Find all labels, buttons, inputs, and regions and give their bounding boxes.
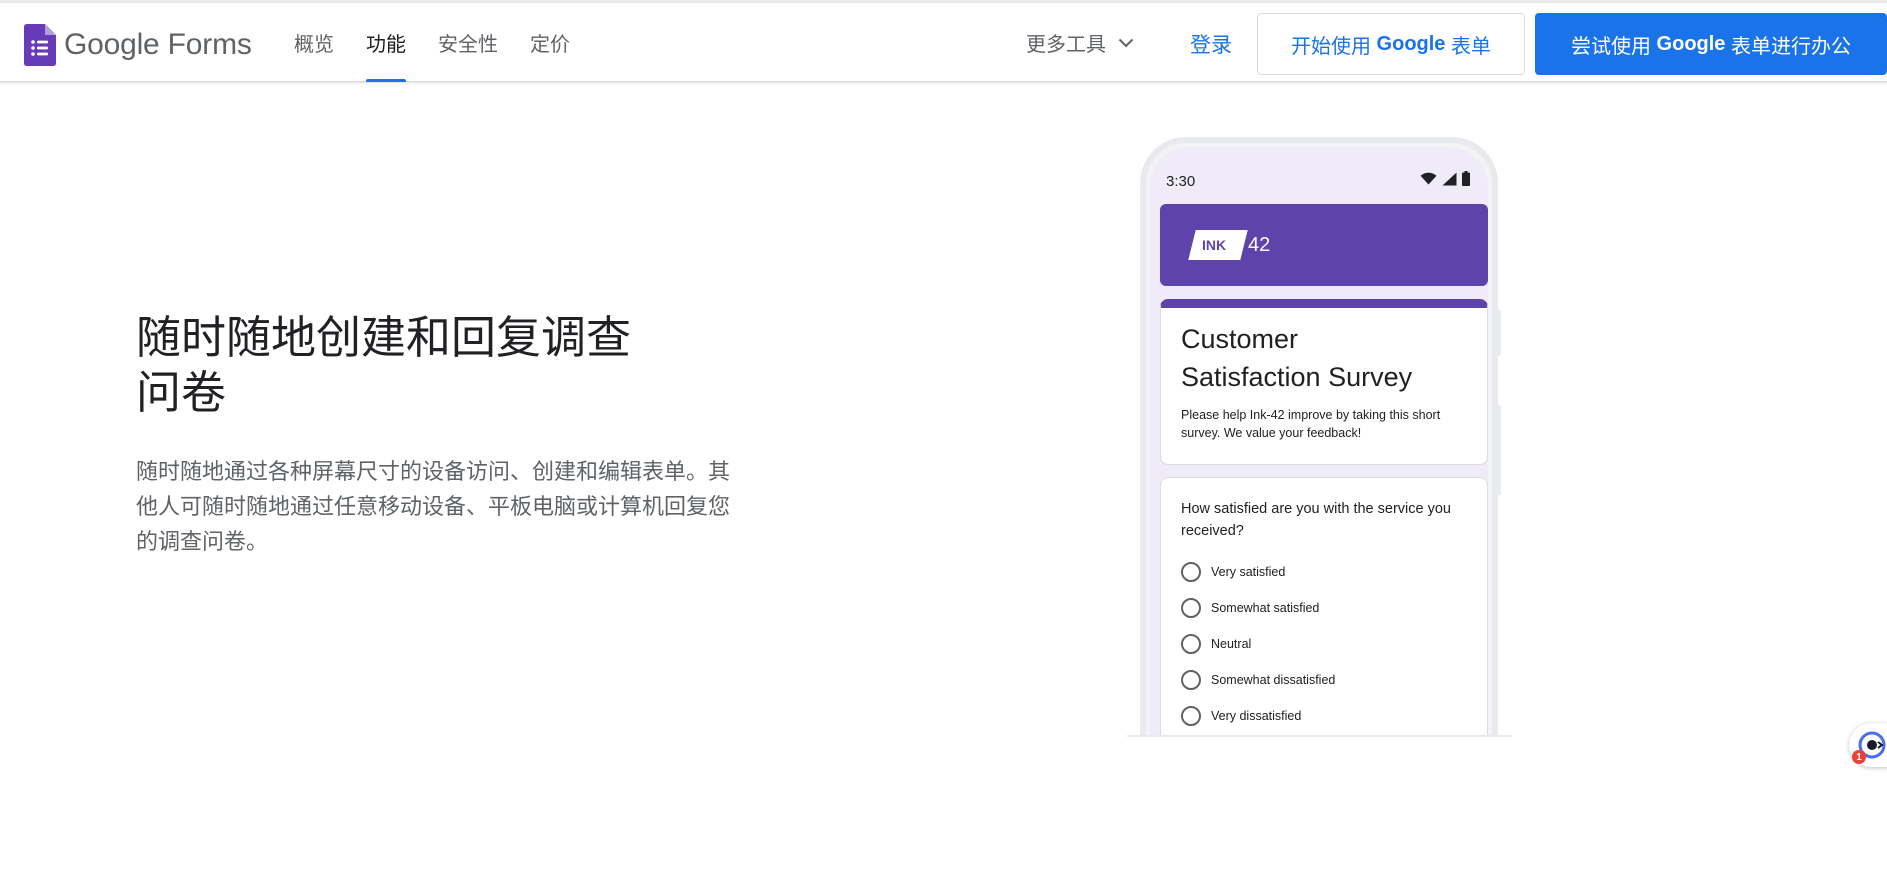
main-nav: 概览 功能 安全性 定价	[278, 3, 586, 82]
google-forms-logo[interactable]: Google Forms	[24, 23, 252, 67]
hero-desc-line-3: 的调查问卷。	[136, 529, 269, 554]
option-label: Very dissatisfied	[1211, 709, 1302, 723]
start-button-brand: Google	[1376, 32, 1446, 55]
survey-question: How satisfied are you with the service y…	[1181, 501, 1451, 539]
hero-description: 随时随地通过各种屏幕尺寸的设备访问、创建和编辑表单。其 他人可随时随地通过任意移…	[136, 454, 751, 559]
cellular-signal-icon	[1442, 172, 1457, 185]
survey-question-card: How satisfied are you with the service y…	[1160, 477, 1488, 735]
start-button-suffix: 表单	[1445, 35, 1491, 58]
more-tools-dropdown[interactable]: 更多工具	[1026, 3, 1134, 82]
battery-icon	[1462, 171, 1470, 186]
login-link[interactable]: 登录	[1190, 3, 1232, 85]
hero-desc-line-1: 随时随地通过各种屏幕尺寸的设备访问、创建和编辑表单。其	[136, 459, 731, 484]
nav-item-features[interactable]: 功能	[350, 3, 422, 82]
option-somewhat-satisfied[interactable]: Somewhat satisfied	[1181, 598, 1319, 618]
nav-item-pricing[interactable]: 定价	[514, 3, 586, 82]
start-button-prefix: 开始使用	[1290, 35, 1377, 58]
hero-title-line-1: 随时随地创建和回复调查	[136, 312, 632, 363]
survey-header-banner: INK 42	[1160, 204, 1488, 286]
forms-logo-icon	[24, 24, 56, 66]
ink42-logo-number: 42	[1248, 234, 1271, 256]
notification-badge: 1	[1852, 750, 1866, 764]
option-label: Neutral	[1211, 637, 1252, 651]
try-button-brand: Google	[1656, 32, 1726, 55]
phone-base-line	[1127, 735, 1512, 737]
floating-assistant-button[interactable]: 1	[1849, 723, 1887, 767]
nav-item-security[interactable]: 安全性	[422, 3, 514, 82]
hero-title: 随时随地创建和回复调查 问卷	[136, 310, 656, 420]
option-label: Somewhat satisfied	[1211, 601, 1320, 615]
phone-mockup: 3:30 INK 42 Customer Satisfaction Survey	[1140, 137, 1498, 735]
option-very-satisfied[interactable]: Very satisfied	[1181, 562, 1285, 582]
radio-button[interactable]	[1181, 562, 1201, 582]
radio-button[interactable]	[1181, 598, 1201, 618]
option-label: Very satisfied	[1211, 565, 1286, 579]
site-header: Google Forms 概览 功能 安全性 定价 更多工具 登录 开始使用 G…	[0, 0, 1887, 82]
nav-item-overview[interactable]: 概览	[278, 3, 350, 82]
try-button-prefix: 尝试使用	[1570, 35, 1657, 58]
logo-text: Google Forms	[64, 28, 252, 61]
survey-title-card: Customer Satisfaction Survey Please help…	[1160, 299, 1488, 465]
option-very-dissatisfied[interactable]: Very dissatisfied	[1181, 706, 1301, 726]
option-neutral[interactable]: Neutral	[1181, 634, 1251, 654]
survey-title-line-1: Customer	[1181, 324, 1299, 354]
try-forms-for-work-button[interactable]: 尝试使用 Google 表单进行办公	[1535, 13, 1887, 75]
more-tools-label: 更多工具	[1026, 34, 1106, 56]
survey-description: Please help Ink-42 improve by taking thi…	[1181, 408, 1441, 440]
radio-button[interactable]	[1181, 670, 1201, 690]
radio-button[interactable]	[1181, 634, 1201, 654]
survey-title: Customer Satisfaction Survey	[1181, 320, 1481, 396]
status-icons	[1420, 171, 1470, 186]
option-label: Somewhat dissatisfied	[1211, 673, 1336, 687]
chevron-down-icon	[1118, 38, 1134, 47]
status-time: 3:30	[1166, 173, 1196, 190]
start-using-forms-button[interactable]: 开始使用 Google 表单	[1257, 13, 1525, 75]
radio-button[interactable]	[1181, 706, 1201, 726]
try-button-suffix: 表单进行办公	[1725, 35, 1851, 58]
hero-desc-line-2: 他人可随时随地通过任意移动设备、平板电脑或计算机回复您	[136, 494, 731, 519]
survey-title-line-2: Satisfaction Survey	[1181, 362, 1413, 392]
phone-screen: 3:30 INK 42 Customer Satisfaction Survey	[1150, 147, 1488, 735]
option-somewhat-dissatisfied[interactable]: Somewhat dissatisfied	[1181, 670, 1335, 690]
hero-title-line-2: 问卷	[136, 367, 227, 418]
wifi-icon	[1420, 172, 1437, 185]
ink42-logo-text: INK	[1202, 237, 1227, 253]
